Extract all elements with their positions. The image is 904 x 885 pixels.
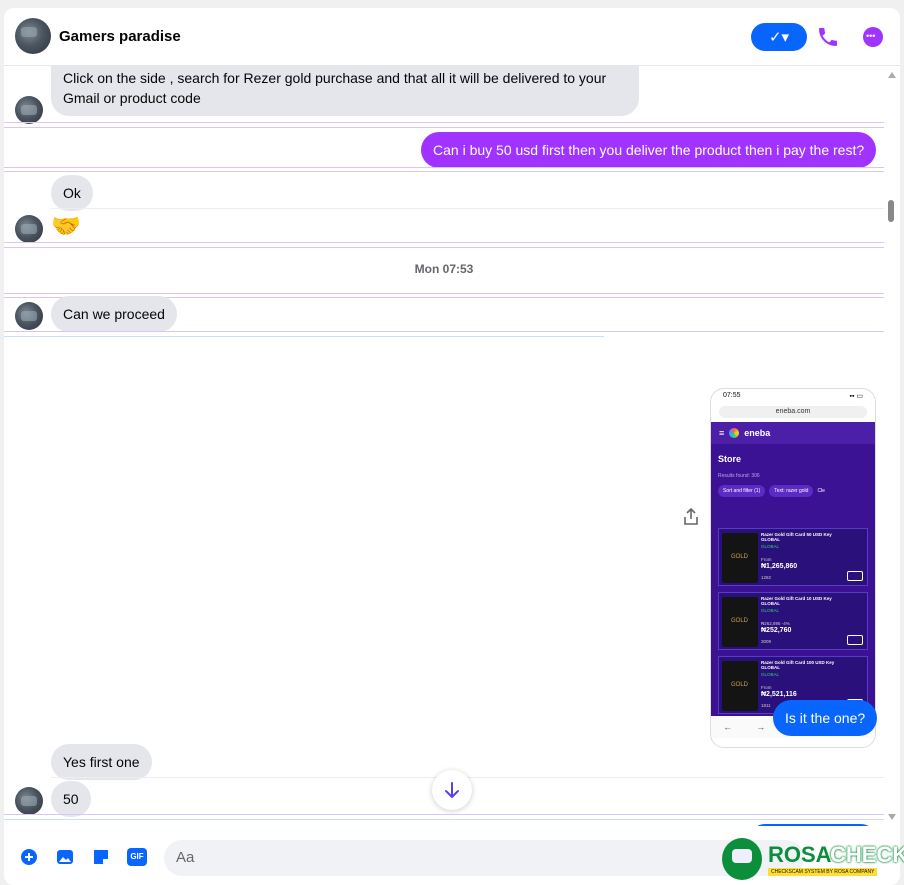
robot-mascot-icon [722, 838, 762, 880]
handshake-emoji[interactable]: 🤝 [51, 212, 81, 241]
product-title: Razer Gold Gift Card 10 USD Key GLOBAL [761, 596, 832, 606]
clear-chip: Cle [817, 488, 825, 494]
product-thumbnail [722, 533, 758, 583]
menu-icon: ≡ [719, 428, 725, 438]
outgoing-message[interactable]: Is it the one? [773, 700, 878, 736]
chat-name[interactable]: Gamers paradise [59, 28, 181, 45]
messenger-window: Gamers paradise ✓▾ Click on the side , s… [4, 8, 900, 885]
plus-circle-icon[interactable] [20, 848, 38, 866]
text-chip: Text: razer gold [769, 485, 814, 497]
product-title: Razer Gold Gift Card 100 USD Key GLOBAL [761, 660, 835, 670]
divider [4, 331, 884, 332]
incoming-message[interactable]: Ok [51, 175, 93, 211]
sender-avatar[interactable] [15, 302, 43, 330]
product-region: GLOBAL [761, 544, 780, 549]
product-price: ₦1,265,860 [761, 563, 798, 570]
incoming-message[interactable]: 50 [51, 781, 91, 817]
share-icon[interactable] [683, 508, 699, 526]
forward-arrow-icon: → [756, 722, 766, 732]
more-options-icon[interactable] [863, 27, 883, 47]
divider [4, 814, 884, 815]
watermark-tagline: CHECKSCAM SYSTEM BY ROSA COMPANY [768, 868, 878, 876]
divider [4, 293, 884, 294]
phone-time: 07:55 [723, 392, 741, 399]
product-card: Razer Gold Gift Card 10 USD Key GLOBAL G… [718, 592, 868, 650]
product-region: GLOBAL [761, 672, 780, 677]
sticker-icon[interactable] [92, 848, 110, 866]
store-title: Store [718, 454, 742, 464]
scroll-to-bottom-button[interactable] [432, 770, 472, 810]
watermark-brand-a: ROSA [768, 842, 832, 867]
divider [4, 247, 884, 248]
incoming-message[interactable]: Click on the side , search for Rezer gol… [51, 66, 639, 116]
chat-avatar[interactable] [15, 18, 51, 54]
divider [4, 127, 884, 128]
mark-read-button[interactable]: ✓▾ [751, 23, 807, 51]
eneba-store-body: Store Results found: 306 Sort and filter… [711, 444, 875, 716]
phone-status-bar: 07:55 ▪▪ ▭ [711, 389, 875, 403]
image-attachment[interactable]: 07:55 ▪▪ ▭ eneba.com ≡ eneba Store Resul… [710, 388, 876, 748]
divider [4, 171, 884, 172]
incoming-message[interactable]: Yes first one [51, 744, 152, 780]
cart-icon [847, 571, 863, 581]
filter-chips: Sort and filter (1) Text: razer gold Cle [718, 485, 868, 497]
divider [4, 122, 884, 123]
sender-avatar[interactable] [15, 215, 43, 243]
arrow-down-icon [445, 782, 459, 799]
divider [4, 336, 604, 337]
product-likes: 1811 [761, 703, 771, 708]
product-from: From [761, 557, 772, 562]
divider [4, 167, 884, 168]
back-arrow-icon: ← [723, 722, 733, 732]
watermark-brand-b: CHECK [830, 842, 904, 867]
message-thread[interactable]: Click on the side , search for Rezer gol… [4, 66, 900, 826]
divider [4, 819, 884, 820]
message-input[interactable]: Aa [164, 840, 804, 876]
product-likes: 3009 [761, 639, 772, 644]
gif-icon[interactable]: GIF [127, 848, 147, 866]
outgoing-message[interactable]: Can i buy 50 usd first then you deliver … [421, 132, 877, 168]
product-likes: 1282 [761, 575, 772, 580]
eneba-logo-icon [729, 428, 740, 438]
eneba-brand: eneba [744, 428, 771, 438]
product-price: ₦2,521,116 [761, 691, 797, 698]
cart-icon [847, 635, 863, 645]
signal-icon: ▪▪ ▭ [849, 393, 863, 400]
incoming-message[interactable]: Can we proceed [51, 296, 177, 332]
photo-icon[interactable] [56, 848, 74, 866]
scrollbar[interactable] [884, 66, 900, 826]
product-region: GLOBAL [761, 608, 780, 613]
product-price: ₦252,760 [761, 627, 792, 634]
timestamp: Mon 07:53 [414, 262, 474, 276]
sender-avatar[interactable] [15, 787, 43, 815]
product-thumbnail [722, 661, 758, 711]
product-title: Razer Gold Gift Card 50 USD Key GLOBAL [761, 532, 832, 542]
sender-avatar[interactable] [15, 96, 43, 124]
scroll-down-arrow-icon[interactable] [888, 814, 896, 820]
product-from: ₦262,895 -4% [761, 621, 790, 626]
phone-url-bar: eneba.com [719, 406, 867, 418]
product-from: From [761, 685, 772, 690]
results-count: Results found: 306 [718, 473, 760, 479]
scroll-up-arrow-icon[interactable] [888, 72, 896, 78]
divider [51, 208, 884, 209]
product-card: Razer Gold Gift Card 50 USD Key GLOBAL G… [718, 528, 868, 586]
divider [4, 242, 884, 243]
sort-chip: Sort and filter (1) [718, 485, 766, 497]
watermark-logo: ROSA CHECK CHECKSCAM SYSTEM BY ROSA COMP… [720, 838, 904, 882]
scrollbar-thumb[interactable] [888, 200, 894, 222]
product-thumbnail [722, 597, 758, 647]
phone-icon[interactable] [816, 25, 840, 49]
chat-header: Gamers paradise ✓▾ [4, 8, 900, 66]
eneba-nav: ≡ eneba [711, 422, 875, 444]
